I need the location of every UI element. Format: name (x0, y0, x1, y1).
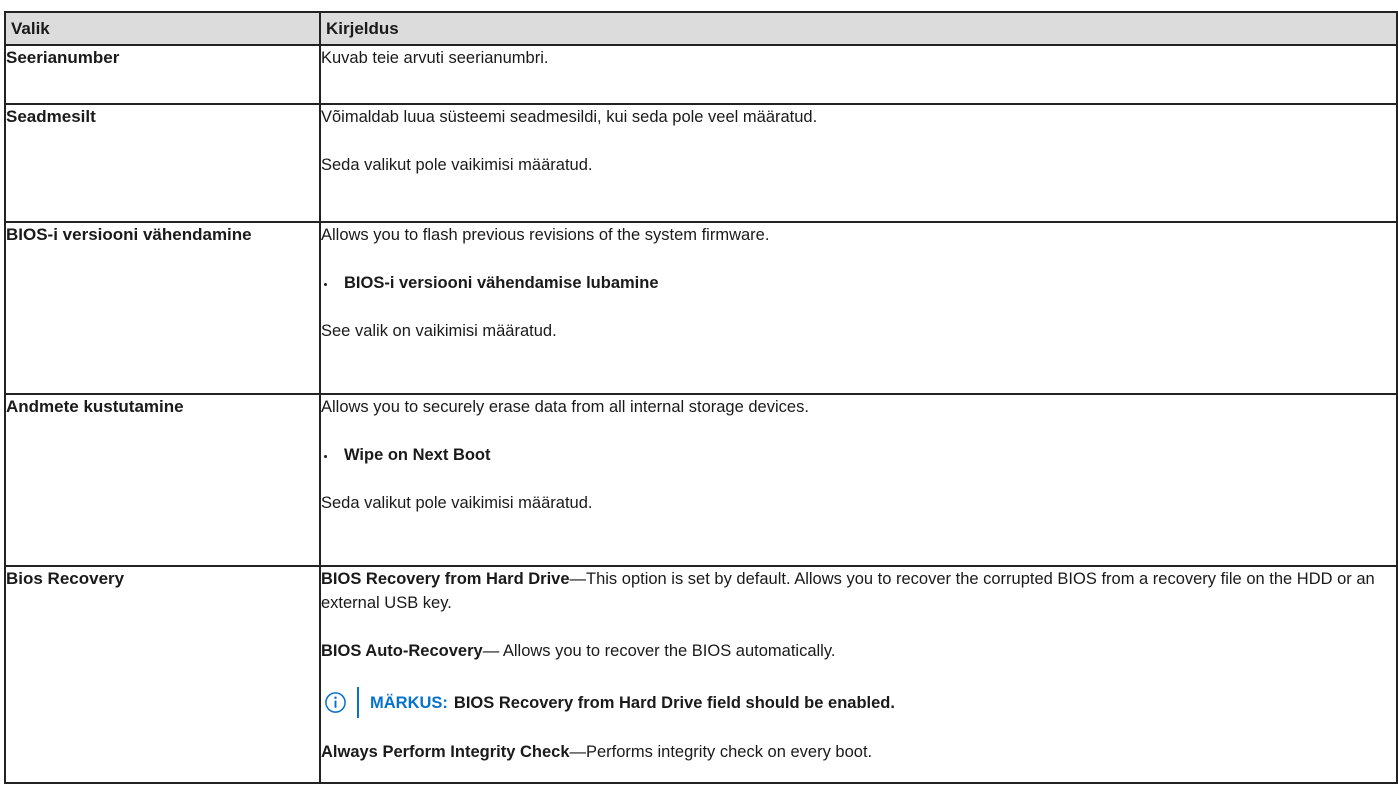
note: MÄRKUS: BIOS Recovery from Hard Drive fi… (321, 687, 1396, 718)
description-text: BIOS Recovery from Hard Drive—This optio… (321, 567, 1396, 615)
table-row: Seerianumber Kuvab teie arvuti seerianum… (4, 44, 1398, 105)
note-text: BIOS Recovery from Hard Drive field shou… (453, 693, 895, 712)
description-text: Seda valikut pole vaikimisi määratud. (321, 156, 593, 174)
term: BIOS Recovery from Hard Drive (321, 570, 570, 588)
option-description: Allows you to flash previous revisions o… (319, 221, 1398, 395)
list-item: Wipe on Next Boot (321, 443, 1396, 467)
option-name: Bios Recovery (4, 565, 321, 784)
bullet-label: Wipe on Next Boot (344, 446, 491, 464)
option-name: Seadmesilt (4, 103, 321, 223)
table-row: Seadmesilt Võimaldab luua süsteemi seadm… (4, 103, 1398, 223)
description-text: BIOS Auto-Recovery— Allows you to recove… (321, 639, 1396, 663)
bullet-icon (324, 282, 327, 286)
option-name: Seerianumber (4, 44, 321, 105)
description-text: Kuvab teie arvuti seerianumbri. (321, 49, 549, 67)
header-description: Kirjeldus (319, 11, 1398, 46)
option-description: Võimaldab luua süsteemi seadmesildi, kui… (319, 103, 1398, 223)
term-text: — Allows you to recover the BIOS automat… (482, 642, 836, 660)
description-text: Allows you to flash previous revisions o… (321, 226, 770, 244)
option-description: Allows you to securely erase data from a… (319, 393, 1398, 567)
options-table: Valik Kirjeldus Seerianumber Kuvab teie … (4, 11, 1398, 784)
option-description: Kuvab teie arvuti seerianumbri. (319, 44, 1398, 105)
note-divider (357, 687, 359, 718)
option-name: Andmete kustutamine (4, 393, 321, 567)
option-name: BIOS-i versiooni vähendamine (4, 221, 321, 395)
term: BIOS Auto-Recovery (321, 642, 483, 660)
term: Always Perform Integrity Check (321, 743, 570, 761)
page: Valik Kirjeldus Seerianumber Kuvab teie … (0, 0, 1398, 809)
table-row: Bios Recovery BIOS Recovery from Hard Dr… (4, 565, 1398, 784)
description-text: Allows you to securely erase data from a… (321, 398, 809, 416)
header-option: Valik (4, 11, 321, 46)
term-text: —Performs integrity check on every boot. (569, 743, 873, 761)
description-text: Seda valikut pole vaikimisi määratud. (321, 494, 593, 512)
bullet-icon (324, 454, 327, 458)
bullet-label: BIOS-i versiooni vähendamise lubamine (344, 274, 659, 292)
description-text: See valik on vaikimisi määratud. (321, 322, 557, 340)
table-header-row: Valik Kirjeldus (4, 11, 1398, 46)
note-label: MÄRKUS: (370, 693, 448, 712)
description-text: Always Perform Integrity Check—Performs … (321, 740, 1396, 764)
table-row: BIOS-i versiooni vähendamine Allows you … (4, 221, 1398, 395)
info-circle-icon (325, 692, 346, 713)
list-item: BIOS-i versiooni vähendamise lubamine (321, 271, 1396, 295)
table-row: Andmete kustutamine Allows you to secure… (4, 393, 1398, 567)
description-text: Võimaldab luua süsteemi seadmesildi, kui… (321, 108, 818, 126)
option-description: BIOS Recovery from Hard Drive—This optio… (319, 565, 1398, 784)
